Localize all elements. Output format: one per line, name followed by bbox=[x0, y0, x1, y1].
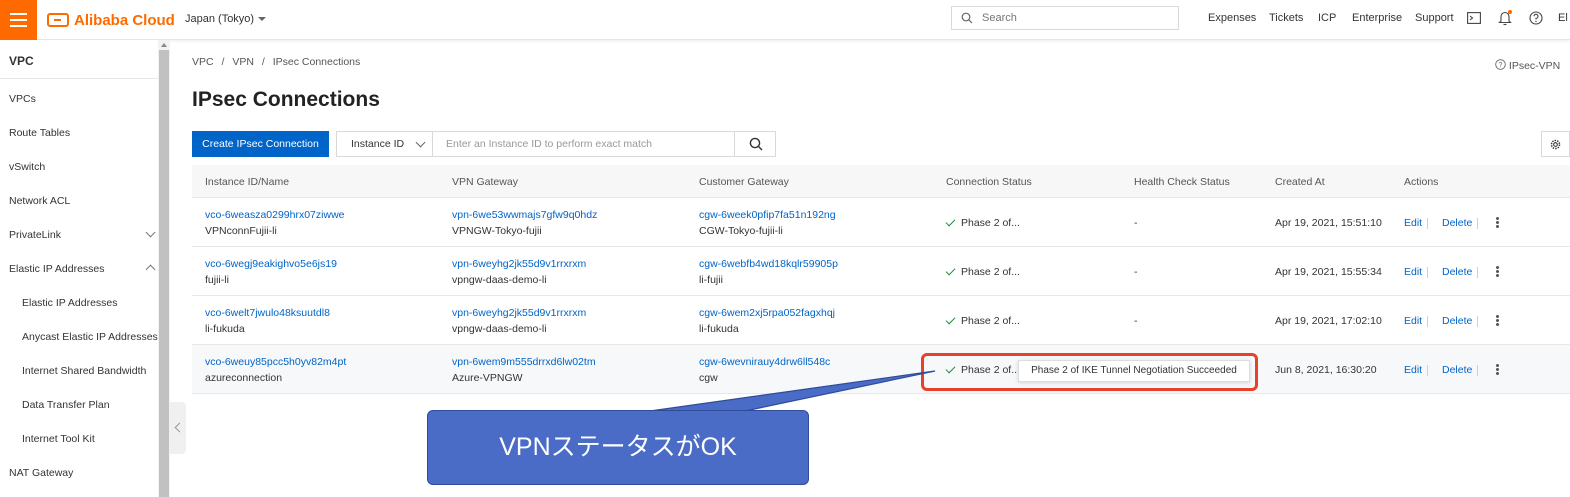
annotation-callout: VPNステータスがOK bbox=[427, 410, 809, 485]
